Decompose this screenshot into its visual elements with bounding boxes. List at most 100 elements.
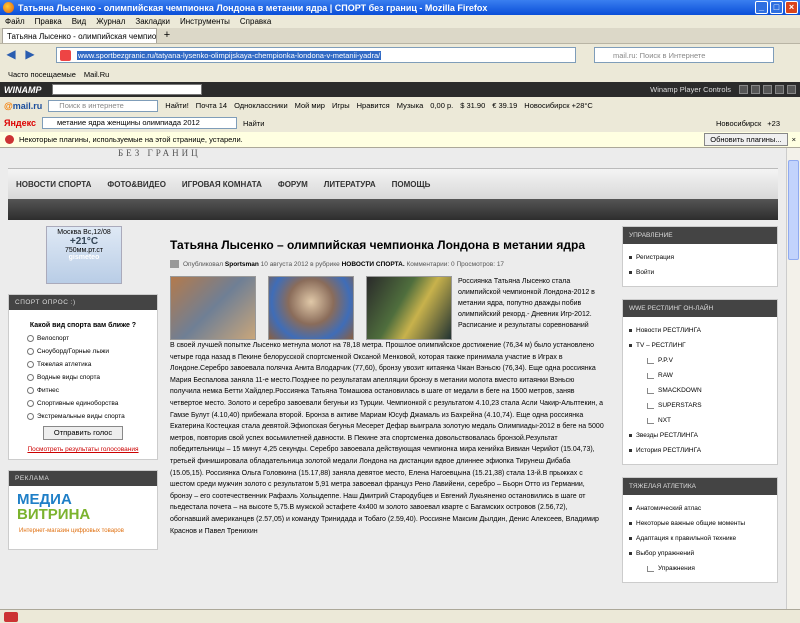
poll-option-label: Фитнес	[37, 387, 60, 394]
sidebar-link[interactable]: Звезды РЕСТЛИНГА	[629, 428, 771, 443]
sidebar-link[interactable]: Анатомический атлас	[629, 501, 771, 516]
plugin-notification-bar: Некоторые плагины, используемые на этой …	[0, 132, 800, 148]
update-plugins-button[interactable]: Обновить плагины...	[704, 133, 788, 146]
radio-button[interactable]	[27, 348, 34, 355]
forward-button[interactable]: ▶	[22, 47, 38, 63]
poll-option[interactable]: Тяжелая атлетика	[27, 361, 151, 368]
sidebar-sublink[interactable]: RAW	[629, 368, 771, 383]
meta-comments[interactable]: Комментарии: 0	[406, 261, 454, 268]
mailru-search-input[interactable]: Поиск в интернете	[48, 99, 159, 112]
vertical-scrollbar[interactable]	[786, 148, 800, 609]
sidebar-sublink[interactable]: SMACKDOWN	[629, 383, 771, 398]
new-tab-button[interactable]: +	[160, 29, 174, 42]
radio-button[interactable]	[27, 335, 34, 342]
sidebar-link[interactable]: История РЕСТЛИНГА	[629, 443, 771, 458]
poll-results-link[interactable]: Посмотреть результаты голосования	[15, 446, 151, 453]
firefox-icon	[3, 2, 14, 13]
menu-view[interactable]: Вид	[67, 17, 91, 26]
sidebar-link[interactable]: Адаптация к правильной технике	[629, 531, 771, 546]
tab-bar: Татьяна Лысенко - олимпийская чемпион...…	[0, 28, 800, 44]
sidebar-sublink[interactable]: SUPERSTARS	[629, 398, 771, 413]
menu-bookmarks[interactable]: Закладки	[130, 17, 175, 26]
menu-file[interactable]: Файл	[0, 17, 30, 26]
photo-thumbnail[interactable]	[170, 276, 256, 340]
poll-option-label: Велоспорт	[37, 335, 70, 342]
radio-button[interactable]	[27, 413, 34, 420]
sidebar-link[interactable]: TV – РЕСТЛИНГ	[629, 338, 771, 353]
sidebar-link[interactable]: Выбор упражнений	[629, 546, 771, 561]
warning-icon	[5, 135, 14, 144]
window-titlebar: Татьяна Лысенко - олимпийская чемпионка …	[0, 0, 800, 15]
bookmark-most-visited[interactable]: Часто посещаемые	[8, 70, 76, 79]
poll-option[interactable]: Спортивные единоборства	[27, 400, 151, 407]
nav-game-room[interactable]: ИГРОВАЯ КОМНАТА	[182, 180, 262, 189]
sidebar-sublink[interactable]: P.P.V	[629, 353, 771, 368]
weather-widget[interactable]: Новосибирск +28°C	[524, 101, 593, 110]
mailru-my-world[interactable]: Мой мир	[295, 101, 325, 110]
poll-option[interactable]: Велоспорт	[27, 335, 151, 342]
menu-tools[interactable]: Инструменты	[175, 17, 235, 26]
nav-news[interactable]: НОВОСТИ СПОРТА	[16, 180, 91, 189]
radio-button[interactable]	[27, 387, 34, 394]
radio-button[interactable]	[27, 400, 34, 407]
play-icon[interactable]	[751, 85, 760, 94]
poll-option[interactable]: Экстремальные виды спорта	[27, 413, 151, 420]
mailru-like[interactable]: Нравится	[357, 101, 390, 110]
meta-author[interactable]: Sportsman	[225, 261, 259, 268]
photo-thumbnail[interactable]	[366, 276, 452, 340]
tab-label: Татьяна Лысенко - олимпийская чемпион...	[7, 31, 157, 41]
sidebar-link[interactable]: Новости РЕСТЛИНГА	[629, 323, 771, 338]
winamp-logo: WINAMP	[4, 84, 42, 95]
radio-button[interactable]	[27, 374, 34, 381]
yandex-find-button[interactable]: Найти	[243, 119, 264, 128]
pause-icon[interactable]	[763, 85, 772, 94]
maximize-button[interactable]: □	[770, 1, 783, 14]
menu-edit[interactable]: Правка	[30, 17, 67, 26]
menu-help[interactable]: Справка	[235, 17, 276, 26]
radio-button[interactable]	[27, 361, 34, 368]
poll-option[interactable]: Фитнес	[27, 387, 151, 394]
box-header: ТЯЖЕЛАЯ АТЛЕТИКА	[623, 478, 777, 495]
mailru-find-button[interactable]: Найти!	[165, 101, 189, 110]
poll-option-label: Сноуборд/Горные лыжи	[37, 348, 109, 355]
back-button[interactable]: ◀	[3, 47, 19, 63]
scrollbar-thumb[interactable]	[788, 160, 799, 260]
tab-article[interactable]: Татьяна Лысенко - олимпийская чемпион...…	[2, 28, 157, 43]
sidebar-sublink[interactable]: Упражнения	[629, 561, 771, 576]
weather-informer[interactable]: Москва Вс,12/08 +21°C 750мм.рт.ст gismet…	[46, 226, 122, 284]
nav-literature[interactable]: ЛИТЕРАТУРА	[324, 180, 376, 189]
usd-rate: $ 31.90	[460, 101, 486, 110]
close-button[interactable]: ×	[785, 1, 798, 14]
sidebar-link[interactable]: Некоторые важные общие моменты	[629, 516, 771, 531]
meta-category[interactable]: НОВОСТИ СПОРТА.	[342, 261, 405, 268]
poll-option[interactable]: Сноуборд/Горные лыжи	[27, 348, 151, 355]
nav-help[interactable]: ПОМОЩЬ	[392, 180, 431, 189]
sidebar-sublink[interactable]: NXT	[629, 413, 771, 428]
yandex-search-input[interactable]: метание ядра женщины олимпиада 2012	[42, 117, 238, 129]
menu-history[interactable]: Журнал	[91, 17, 130, 26]
stop-icon[interactable]	[775, 85, 784, 94]
bookmark-mailru[interactable]: Mail.Ru	[84, 70, 109, 79]
sidebar-box-wwe: WWE РЕСТЛИНГ ОН-ЛАЙН Новости РЕСТЛИНГА T…	[622, 299, 778, 465]
prev-icon[interactable]	[739, 85, 748, 94]
mailru-music[interactable]: Музыка	[397, 101, 424, 110]
mailru-games[interactable]: Игры	[332, 101, 350, 110]
nav-photo-video[interactable]: ФОТО&ВИДЕО	[107, 180, 166, 189]
nav-forum[interactable]: ФОРУМ	[278, 180, 308, 189]
mailru-mail[interactable]: Почта 14	[196, 101, 227, 110]
photo-thumbnail[interactable]	[268, 276, 354, 340]
sidebar-link[interactable]: Войти	[629, 265, 771, 280]
article-title[interactable]: Татьяна Лысенко – олимпийская чемпионка …	[170, 238, 606, 252]
mailru-odnoklassniki[interactable]: Одноклассники	[234, 101, 288, 110]
minimize-button[interactable]: _	[755, 1, 768, 14]
media-vitrina-logo[interactable]: МЕДИА ВИТРИНА	[17, 492, 149, 522]
address-bar[interactable]: www.sportbezgranic.ru/tatyana-lysenko-ol…	[56, 47, 576, 63]
next-icon[interactable]	[787, 85, 796, 94]
abp-icon[interactable]	[4, 611, 18, 622]
winamp-search-input[interactable]	[51, 84, 202, 95]
sidebar-link[interactable]: Регистрация	[629, 250, 771, 265]
vote-button[interactable]: Отправить голос	[43, 426, 123, 440]
notice-close-icon[interactable]: ×	[792, 135, 796, 144]
poll-option[interactable]: Водные виды спорта	[27, 374, 151, 381]
search-input[interactable]: mail.ru: Поиск в Интернете	[594, 47, 774, 63]
